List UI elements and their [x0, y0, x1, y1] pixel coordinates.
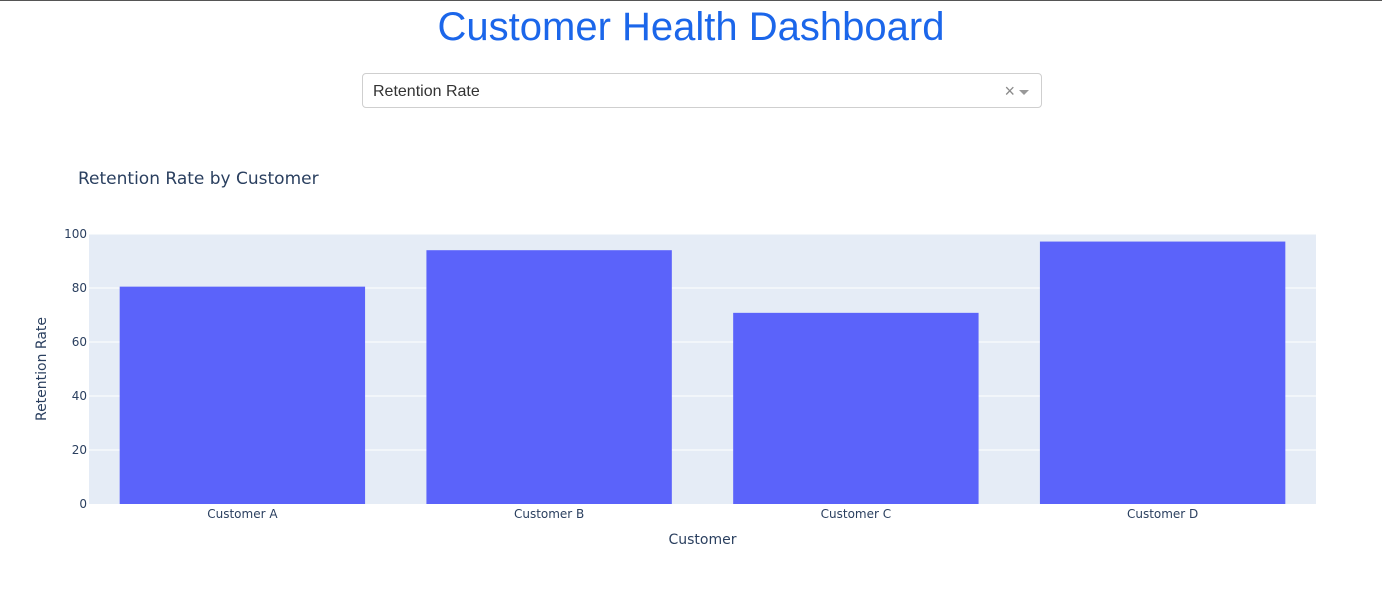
page-title: Customer Health Dashboard [437, 5, 945, 49]
bar-customer-d[interactable] [1039, 241, 1286, 504]
bar-customer-c[interactable] [733, 312, 979, 504]
bar-chart: Retention Rate by Customer 020406080100 … [34, 169, 1316, 548]
bar-customer-a[interactable] [119, 286, 366, 504]
dropdown-selected-value: Retention Rate [373, 83, 480, 100]
x-tick-label: Customer C [821, 507, 891, 521]
y-axis-ticks: 0 20 40 60 80 100 [64, 227, 87, 511]
y-tick-label: 80 [72, 281, 87, 295]
x-axis-label: Customer [668, 532, 736, 548]
clear-icon[interactable]: × [1004, 74, 1015, 109]
x-tick-label: Customer D [1127, 507, 1198, 521]
chart-container: Retention Rate by Customer 0 20 40 60 80 100 … [0, 131, 1382, 581]
bar-customer-b[interactable] [426, 250, 672, 504]
y-tick-label: 0 [79, 497, 87, 511]
metric-dropdown[interactable]: Retention Rate × [362, 73, 1042, 108]
y-axis-label: Retention Rate [34, 317, 50, 421]
y-tick-label: 20 [72, 443, 87, 457]
chart-title: Retention Rate by Customer [78, 169, 319, 189]
x-tick-label: Customer A [207, 507, 278, 521]
y-tick-label: 40 [72, 389, 87, 403]
chevron-down-icon[interactable] [1019, 90, 1029, 95]
x-tick-label: Customer B [514, 507, 584, 521]
y-tick-label: 100 [64, 227, 87, 241]
x-axis-ticks: Customer A Customer B Customer C Customer D [207, 507, 1198, 521]
y-tick-label: 60 [72, 335, 87, 349]
